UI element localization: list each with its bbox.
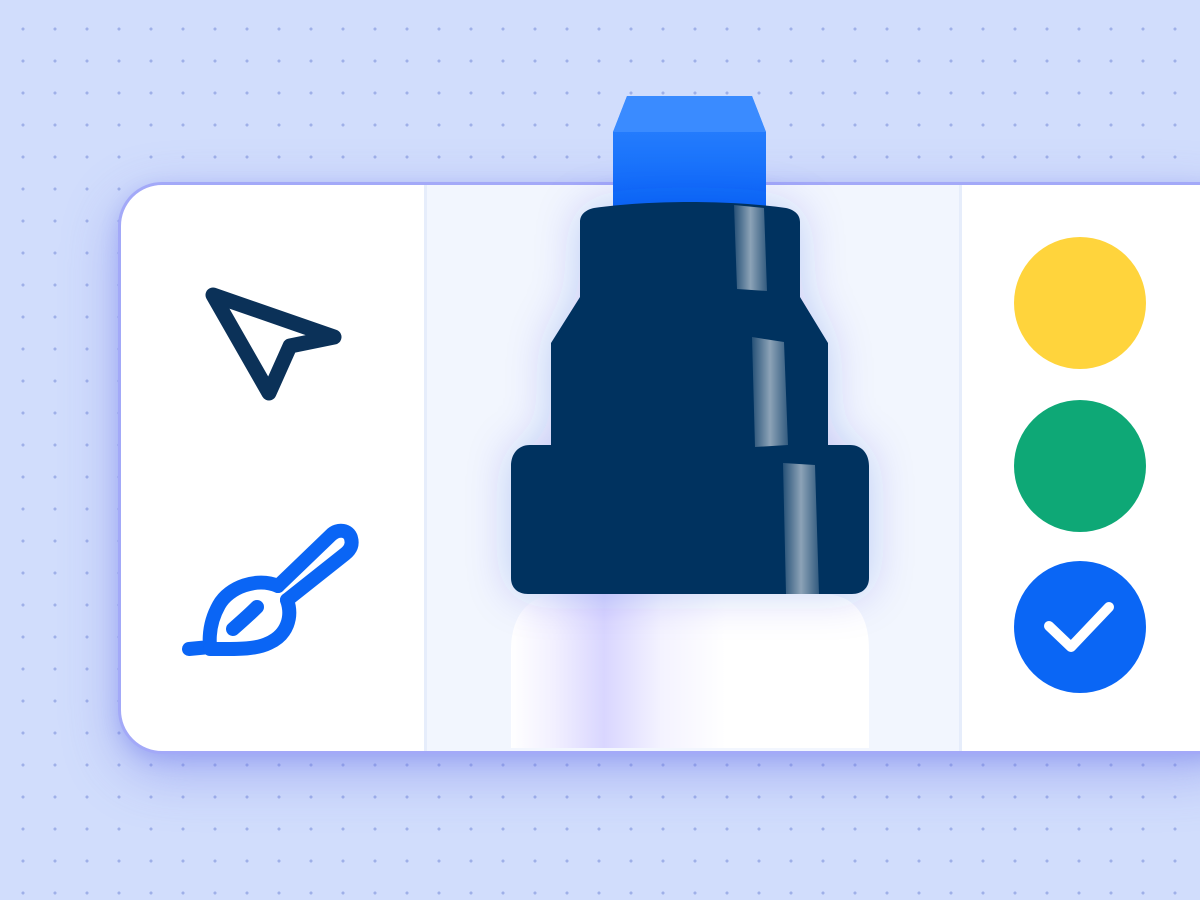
- marker-panel: [427, 185, 959, 751]
- panel-divider-left: [424, 185, 427, 751]
- color-swatch-green[interactable]: [1014, 400, 1146, 532]
- panel-divider-right: [959, 185, 962, 751]
- color-swatch-yellow[interactable]: [1014, 237, 1146, 369]
- color-swatch-blue[interactable]: [1014, 561, 1146, 693]
- paintbrush-icon[interactable]: [177, 519, 367, 679]
- drawing-toolbar: [118, 182, 1200, 754]
- checkmark-icon: [1044, 602, 1114, 652]
- cursor-arrow-icon[interactable]: [193, 279, 353, 419]
